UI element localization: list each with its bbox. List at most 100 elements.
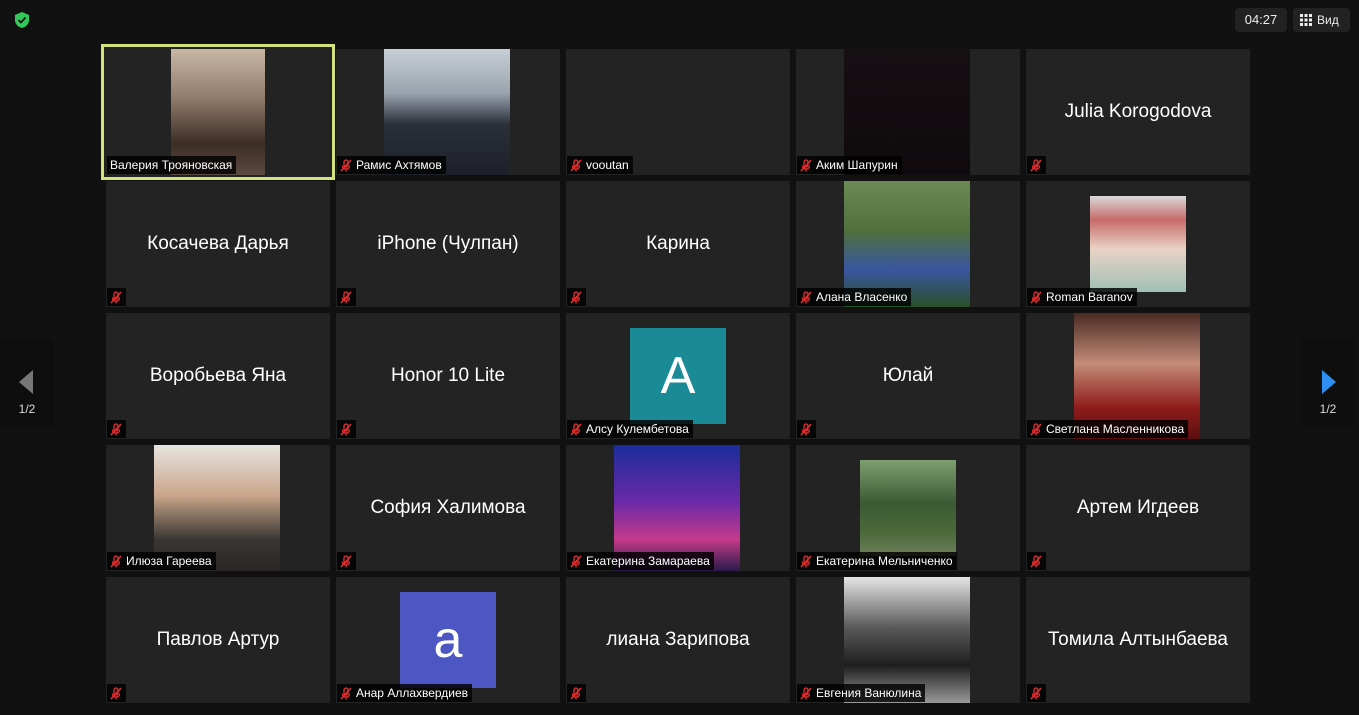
- participant-tile[interactable]: Валерия Трояновская: [101, 44, 335, 180]
- participant-name-tag: Екатерина Замараева: [567, 552, 714, 570]
- mic-muted-icon: [570, 158, 582, 172]
- participant-display-name: София Халимова: [370, 497, 526, 518]
- mic-muted-icon: [340, 422, 352, 436]
- participant-name-label: Анар Аллахвердиев: [356, 686, 469, 700]
- participant-name-tag: Алана Власенко: [797, 288, 912, 306]
- participant-name-tag: [567, 684, 586, 702]
- mic-muted-icon: [110, 686, 122, 700]
- participant-name-label: Екатерина Мельниченко: [816, 554, 953, 568]
- participant-name-tag: [107, 420, 126, 438]
- mic-muted-icon: [800, 554, 812, 568]
- participant-tile[interactable]: vooutan: [566, 49, 790, 175]
- participant-name-tag: Рамис Ахтямов: [337, 156, 446, 174]
- mic-muted-icon: [340, 290, 352, 304]
- mic-muted-icon: [570, 686, 582, 700]
- participant-name-tag: Roman Baranov: [1027, 288, 1137, 306]
- participant-tile[interactable]: Екатерина Мельниченко: [796, 445, 1020, 571]
- page-indicator-left: 1/2: [18, 402, 36, 416]
- next-page-button[interactable]: 1/2: [1301, 338, 1355, 427]
- participant-name-tag: Валерия Трояновская: [107, 156, 237, 174]
- shield-check-icon[interactable]: [12, 10, 32, 30]
- mic-muted-icon: [110, 290, 122, 304]
- participant-tile[interactable]: Юлай: [796, 313, 1020, 439]
- mic-muted-icon: [340, 158, 352, 172]
- participant-tile[interactable]: Томила Алтынбаева: [1026, 577, 1250, 703]
- participant-name-tag: [107, 684, 126, 702]
- mic-muted-icon: [570, 554, 582, 568]
- participant-display-name: Павлов Артур: [156, 629, 280, 650]
- participant-tile[interactable]: Екатерина Замараева: [566, 445, 790, 571]
- meeting-timer: 04:27: [1235, 8, 1287, 32]
- participant-tile[interactable]: Светлана Масленникова: [1026, 313, 1250, 439]
- participant-tile[interactable]: Аким Шапурин: [796, 49, 1020, 175]
- arrow-left-icon: [19, 370, 33, 394]
- mic-muted-icon: [110, 554, 122, 568]
- participant-tile[interactable]: Roman Baranov: [1026, 181, 1250, 307]
- participant-tile[interactable]: лиана Зарипова: [566, 577, 790, 703]
- view-button-label: Вид: [1317, 13, 1339, 27]
- participant-name-tag: [337, 552, 356, 570]
- mic-muted-icon: [1030, 290, 1042, 304]
- participant-tile[interactable]: Карина: [566, 181, 790, 307]
- mic-muted-icon: [340, 554, 352, 568]
- mic-muted-icon: [800, 290, 812, 304]
- grid-view-icon: [1300, 14, 1312, 26]
- participant-tile[interactable]: Julia Korogodova: [1026, 49, 1250, 175]
- participant-tile[interactable]: Косачева Дарья: [106, 181, 330, 307]
- mic-muted-icon: [1030, 554, 1042, 568]
- participant-name-tag: [1027, 552, 1046, 570]
- participant-display-name: Косачева Дарья: [147, 233, 289, 254]
- mic-muted-icon: [340, 686, 352, 700]
- participant-tile[interactable]: Павлов Артур: [106, 577, 330, 703]
- participant-tile[interactable]: a Анар Аллахвердиев: [336, 577, 560, 703]
- participant-tile[interactable]: Евгения Ванюлина: [796, 577, 1020, 703]
- participant-name-tag: Илюза Гареева: [107, 552, 216, 570]
- participant-name-label: Аким Шапурин: [816, 158, 898, 172]
- participant-tile[interactable]: A Алсу Кулембетова: [566, 313, 790, 439]
- mic-muted-icon: [1030, 686, 1042, 700]
- participant-name-tag: [1027, 156, 1046, 174]
- mic-muted-icon: [800, 422, 812, 436]
- participant-video: [1090, 196, 1186, 292]
- participant-name-label: Илюза Гареева: [126, 554, 212, 568]
- participant-name-label: vooutan: [586, 158, 629, 172]
- participant-display-name: Julia Korogodova: [1064, 101, 1212, 122]
- mic-muted-icon: [800, 686, 812, 700]
- participant-display-name: Томила Алтынбаева: [1048, 629, 1228, 650]
- previous-page-button[interactable]: 1/2: [0, 338, 54, 427]
- participant-name-label: Алана Власенко: [816, 290, 908, 304]
- participant-display-name: Карина: [646, 233, 710, 254]
- participant-video: [860, 460, 956, 556]
- arrow-right-icon: [1322, 370, 1336, 394]
- participant-tile[interactable]: Артем Игдеев: [1026, 445, 1250, 571]
- participant-name-label: Рамис Ахтямов: [356, 158, 442, 172]
- participant-name-label: Roman Baranov: [1046, 290, 1133, 304]
- view-button[interactable]: Вид: [1293, 8, 1350, 32]
- mic-muted-icon: [570, 422, 582, 436]
- participant-display-name: iPhone (Чулпан): [377, 233, 519, 254]
- participant-avatar: A: [630, 328, 726, 424]
- participant-name-tag: [797, 420, 816, 438]
- mic-muted-icon: [800, 158, 812, 172]
- participant-name-tag: [1027, 684, 1046, 702]
- participant-tile[interactable]: iPhone (Чулпан): [336, 181, 560, 307]
- participant-name-tag: Екатерина Мельниченко: [797, 552, 957, 570]
- participant-name-label: Алсу Кулембетова: [586, 422, 689, 436]
- participant-tile[interactable]: Рамис Ахтямов: [336, 49, 560, 175]
- mic-muted-icon: [1030, 158, 1042, 172]
- participant-tile[interactable]: София Халимова: [336, 445, 560, 571]
- participant-tile[interactable]: Honor 10 Lite: [336, 313, 560, 439]
- participant-name-tag: vooutan: [567, 156, 633, 174]
- participant-name-label: Валерия Трояновская: [110, 158, 233, 172]
- participant-name-label: Евгения Ванюлина: [816, 686, 922, 700]
- participant-display-name: лиана Зарипова: [606, 629, 750, 650]
- participant-display-name: Артем Игдеев: [1076, 497, 1200, 518]
- participant-tile[interactable]: Илюза Гареева: [106, 445, 330, 571]
- mic-muted-icon: [110, 422, 122, 436]
- participant-name-tag: [337, 420, 356, 438]
- participant-tile[interactable]: Алана Власенко: [796, 181, 1020, 307]
- participant-name-tag: [107, 288, 126, 306]
- participant-name-label: Екатерина Замараева: [586, 554, 710, 568]
- participant-tile[interactable]: Воробьева Яна: [106, 313, 330, 439]
- mic-muted-icon: [570, 290, 582, 304]
